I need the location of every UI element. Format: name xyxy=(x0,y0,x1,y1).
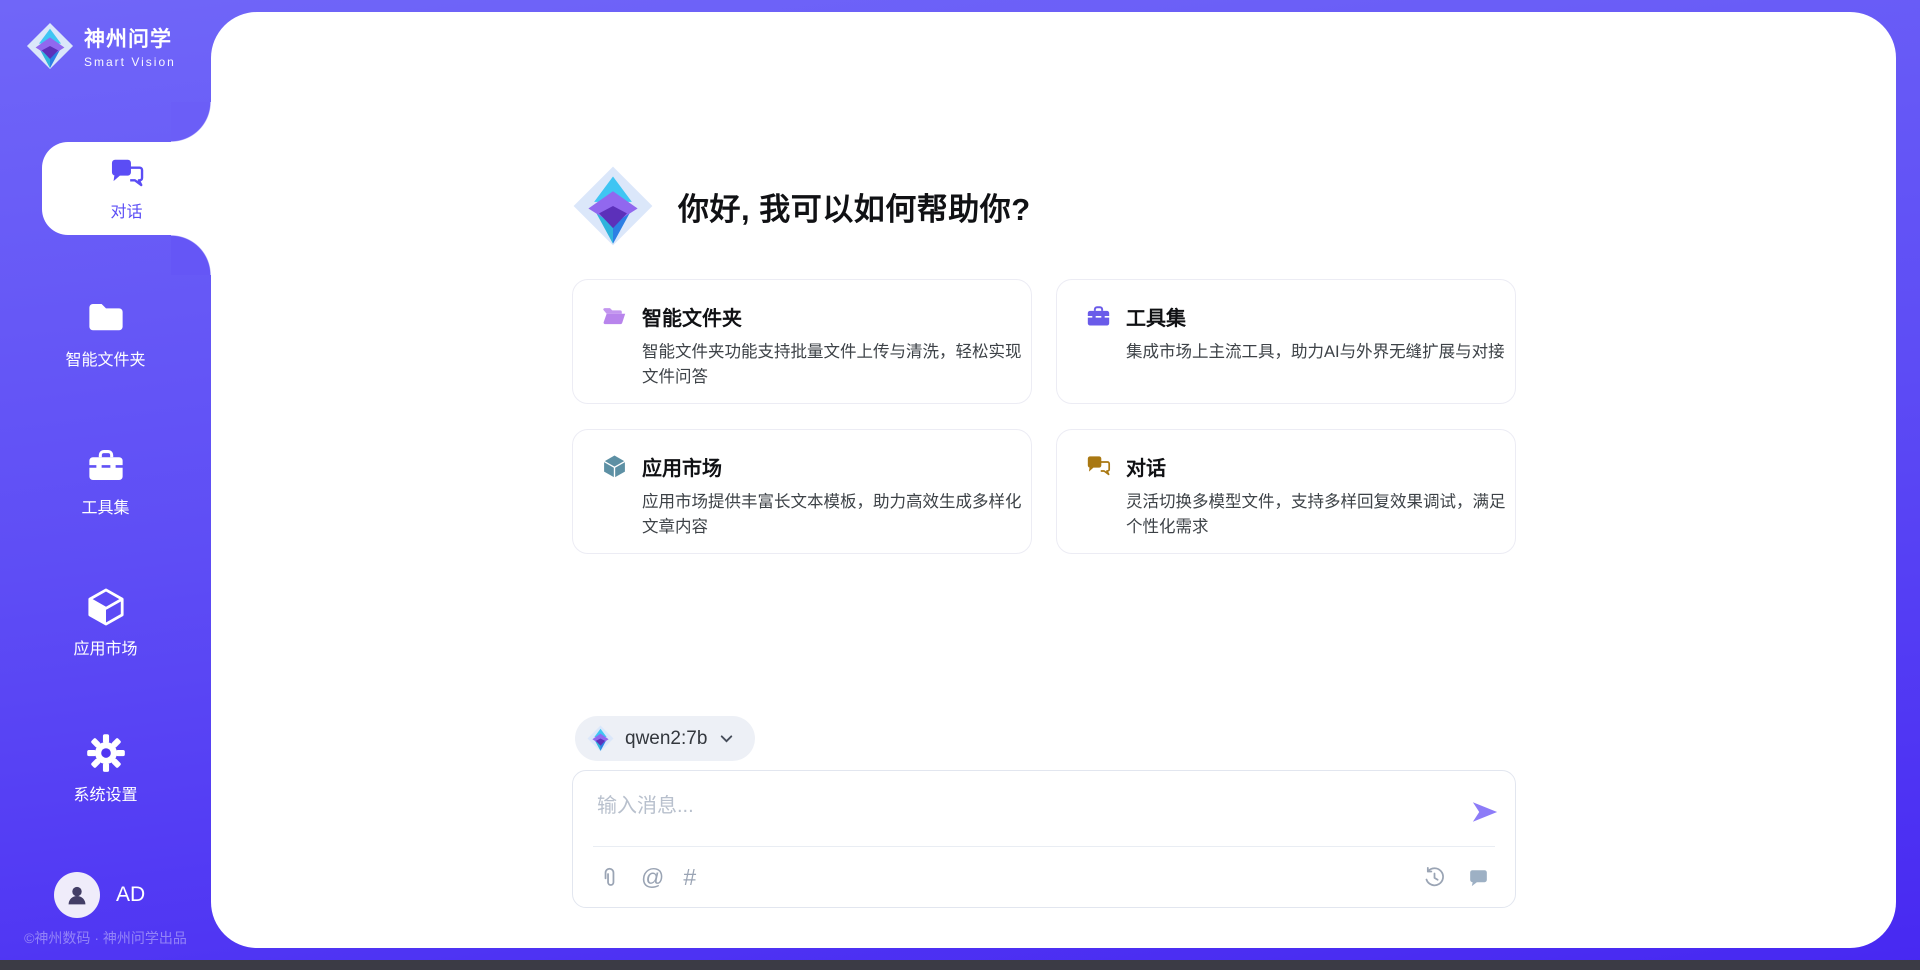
folder-icon xyxy=(85,297,127,339)
card-title: 工具集 xyxy=(1126,302,1186,331)
card-header: 智能文件夹 xyxy=(601,302,1005,331)
card-header: 应用市场 xyxy=(601,452,1005,481)
toolbox-icon xyxy=(1085,303,1112,330)
brand-logo-icon xyxy=(26,22,74,70)
sidebar-item-label: 对话 xyxy=(110,198,142,222)
card-description: 集成市场上主流工具，助力AI与外界无缝扩展与对接 xyxy=(1126,340,1518,365)
history-button[interactable] xyxy=(1422,865,1447,890)
user-profile[interactable]: AD xyxy=(54,872,145,918)
sidebar-item-chat[interactable]: 对话 xyxy=(42,142,211,235)
sidebar-item-settings[interactable]: 系统设置 xyxy=(0,732,211,805)
send-plane-icon xyxy=(1470,797,1500,827)
brand-name: 神州问学 xyxy=(84,23,176,53)
brand-subtitle: Smart Vision xyxy=(84,55,176,69)
folder-open-icon xyxy=(601,303,628,330)
avatar xyxy=(54,872,100,918)
greeting-title: 你好, 我可以如何帮助你? xyxy=(678,184,1031,229)
card-description: 应用市场提供丰富长文本模板，助力高效生成多样化文章内容 xyxy=(642,490,1034,540)
mention-button[interactable]: @ xyxy=(641,866,664,889)
sidebar: 神州问学 Smart Vision 对话 智能文件夹 xyxy=(0,0,211,970)
cube-icon xyxy=(601,453,628,480)
composer-toolbar: @ # xyxy=(593,846,1495,907)
card-toolset[interactable]: 工具集 集成市场上主流工具，助力AI与外界无缝扩展与对接 xyxy=(1056,279,1516,404)
card-header: 对话 xyxy=(1085,452,1489,481)
greeting-logo-icon xyxy=(572,165,654,247)
message-input[interactable] xyxy=(573,771,1515,845)
brand: 神州问学 Smart Vision xyxy=(26,22,176,70)
card-title: 对话 xyxy=(1126,452,1166,481)
send-button[interactable] xyxy=(1469,797,1501,829)
sidebar-item-toolset[interactable]: 工具集 xyxy=(0,445,211,518)
sidebar-item-label: 智能文件夹 xyxy=(65,346,145,370)
greeting: 你好, 我可以如何帮助你? xyxy=(572,165,1031,247)
sidebar-item-label: 系统设置 xyxy=(73,781,137,805)
model-selector[interactable]: qwen2:7b xyxy=(575,716,755,761)
new-chat-button[interactable] xyxy=(1466,865,1491,890)
card-app-market[interactable]: 应用市场 应用市场提供丰富长文本模板，助力高效生成多样化文章内容 xyxy=(572,429,1032,554)
active-blob-fillet-top xyxy=(171,102,211,142)
card-title: 应用市场 xyxy=(642,452,722,481)
chat-bubbles-icon xyxy=(108,155,146,193)
sidebar-item-smart-folder[interactable]: 智能文件夹 xyxy=(0,297,211,370)
user-initials: AD xyxy=(116,883,145,907)
brand-text: 神州问学 Smart Vision xyxy=(84,23,176,69)
topic-button[interactable]: # xyxy=(683,866,696,889)
composer: @ # xyxy=(572,770,1516,908)
cube-icon xyxy=(85,586,127,628)
chat-bubbles-icon xyxy=(1085,453,1112,480)
card-title: 智能文件夹 xyxy=(642,302,742,331)
window-bottom-edge xyxy=(0,960,1920,970)
history-clock-icon xyxy=(1422,865,1447,890)
model-name: qwen2:7b xyxy=(625,728,707,750)
gear-icon xyxy=(85,732,127,774)
hash-icon: # xyxy=(683,866,696,889)
sidebar-item-app-market[interactable]: 应用市场 xyxy=(0,586,211,659)
card-smart-folder[interactable]: 智能文件夹 智能文件夹功能支持批量文件上传与清洗，轻松实现文件问答 xyxy=(572,279,1032,404)
paperclip-icon xyxy=(597,865,622,890)
card-header: 工具集 xyxy=(1085,302,1489,331)
copyright-text: ©神州数码 · 神州问学出品 xyxy=(0,928,211,948)
feature-cards: 智能文件夹 智能文件夹功能支持批量文件上传与清洗，轻松实现文件问答 工具集 集成… xyxy=(572,279,1516,554)
main-panel: 你好, 我可以如何帮助你? 智能文件夹 智能文件夹功能支持批量文件上传与清洗，轻… xyxy=(211,12,1896,948)
sidebar-item-label: 工具集 xyxy=(81,494,129,518)
person-icon xyxy=(62,880,92,910)
attach-file-button[interactable] xyxy=(597,865,622,890)
at-sign-icon: @ xyxy=(641,866,664,889)
card-chat[interactable]: 对话 灵活切换多模型文件，支持多样回复效果调试，满足个性化需求 xyxy=(1056,429,1516,554)
model-logo-icon xyxy=(587,725,614,752)
chat-bubble-icon xyxy=(1466,865,1491,890)
toolbox-icon xyxy=(85,445,127,487)
active-blob-fillet-bottom xyxy=(171,235,211,275)
app-window: 神州问学 Smart Vision 对话 智能文件夹 xyxy=(0,0,1920,970)
card-description: 智能文件夹功能支持批量文件上传与清洗，轻松实现文件问答 xyxy=(642,340,1034,390)
chevron-down-icon xyxy=(718,730,735,747)
card-description: 灵活切换多模型文件，支持多样回复效果调试，满足个性化需求 xyxy=(1126,490,1518,540)
sidebar-item-label: 应用市场 xyxy=(73,635,137,659)
